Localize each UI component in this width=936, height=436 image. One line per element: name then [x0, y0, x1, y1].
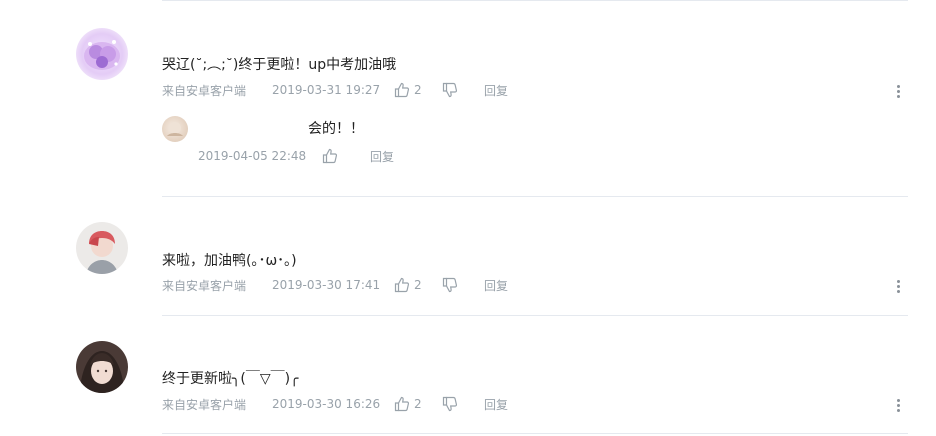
reply-button[interactable]: 回复 — [370, 148, 394, 165]
dislike-button[interactable] — [442, 396, 484, 412]
dislike-button[interactable] — [442, 277, 484, 293]
comment-divider — [162, 196, 908, 197]
more-menu-button[interactable] — [893, 81, 903, 101]
comment-time: 2019-03-30 16:26 — [272, 397, 381, 411]
like-button[interactable]: 2 — [394, 277, 442, 293]
reply-button[interactable]: 回复 — [484, 396, 508, 413]
dislike-button[interactable] — [442, 82, 484, 98]
comment-time: 2019-03-30 17:41 — [272, 278, 381, 292]
thumbs-down-icon — [442, 277, 458, 293]
comment-divider — [162, 315, 908, 316]
like-count: 2 — [414, 278, 422, 292]
reply-button[interactable]: 回复 — [484, 277, 508, 294]
avatar[interactable] — [76, 341, 128, 393]
comment-text: 来啦，加油鸭(｡･ω･｡) — [162, 253, 297, 269]
thumbs-down-icon — [442, 396, 458, 412]
comment-text: 哭辽(˘;︵;˘)终于更啦！up中考加油哦 — [162, 57, 397, 73]
avatar[interactable] — [76, 222, 128, 274]
reply-time: 2019-04-05 22:48 — [198, 149, 307, 163]
thumbs-up-icon — [394, 82, 410, 98]
more-vertical-icon — [896, 398, 900, 402]
reply-avatar[interactable] — [162, 116, 188, 142]
reply-like-button[interactable] — [322, 148, 370, 164]
comment-text: 终于更新啦╮(￣▽￣)╭ — [162, 371, 299, 387]
more-vertical-icon — [896, 84, 900, 88]
reply-text: 会的！！ — [308, 121, 364, 137]
reply-button[interactable]: 回复 — [484, 82, 508, 99]
thumbs-up-icon — [394, 396, 410, 412]
more-menu-button[interactable] — [893, 395, 903, 415]
comment-source: 来自安卓客户端 — [162, 278, 247, 293]
reply-meta: 2019-04-05 22:48 回复 — [198, 147, 394, 165]
comment-divider — [162, 0, 908, 1]
avatar[interactable] — [76, 28, 128, 80]
like-count: 2 — [414, 397, 422, 411]
comment-meta: 来自安卓客户端 2019-03-30 16:26 2 回复 — [162, 395, 508, 413]
more-vertical-icon — [896, 279, 900, 283]
thumbs-down-icon — [442, 82, 458, 98]
comment-meta: 来自安卓客户端 2019-03-31 19:27 2 回复 — [162, 81, 508, 99]
thumbs-up-icon — [394, 277, 410, 293]
like-count: 2 — [414, 83, 422, 97]
like-button[interactable]: 2 — [394, 396, 442, 412]
comment-source: 来自安卓客户端 — [162, 397, 247, 412]
comment-time: 2019-03-31 19:27 — [272, 83, 381, 97]
like-button[interactable]: 2 — [394, 82, 442, 98]
comment-divider — [162, 433, 908, 434]
comment-meta: 来自安卓客户端 2019-03-30 17:41 2 回复 — [162, 276, 508, 294]
comment-source: 来自安卓客户端 — [162, 83, 247, 98]
more-menu-button[interactable] — [893, 276, 903, 296]
thumbs-up-icon — [322, 148, 338, 164]
